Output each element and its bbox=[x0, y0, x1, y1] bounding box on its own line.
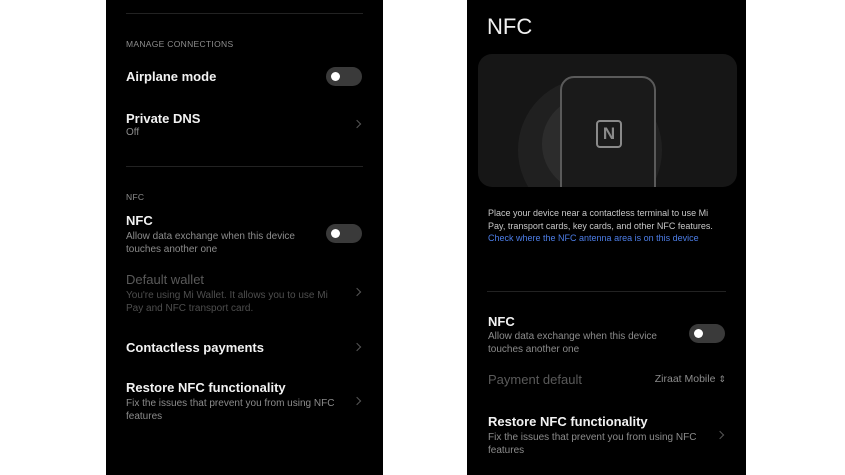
airplane-mode-title: Airplane mode bbox=[126, 69, 217, 84]
private-dns-row[interactable]: Private DNS Off bbox=[106, 104, 383, 148]
restore-nfc-title: Restore NFC functionality bbox=[488, 414, 648, 429]
toggle-knob bbox=[331, 72, 340, 81]
airplane-mode-toggle[interactable] bbox=[326, 67, 362, 86]
toggle-knob bbox=[694, 329, 703, 338]
private-dns-value: Off bbox=[126, 127, 140, 138]
chevron-right-icon bbox=[352, 287, 362, 297]
restore-nfc-title: Restore NFC functionality bbox=[126, 380, 286, 395]
payment-default-value-select[interactable]: Ziraat Mobile ⇕ bbox=[655, 373, 726, 385]
nfc-row[interactable]: NFC Allow data exchange when this device… bbox=[467, 308, 746, 360]
nfc-illustration: N bbox=[478, 54, 737, 187]
restore-nfc-subtitle: Fix the issues that prevent you from usi… bbox=[488, 432, 697, 456]
divider bbox=[487, 291, 726, 292]
default-wallet-title: Default wallet bbox=[126, 272, 205, 287]
nfc-toggle[interactable] bbox=[689, 324, 725, 343]
up-down-chevron-icon: ⇕ bbox=[718, 374, 726, 384]
nfc-icon: N bbox=[596, 120, 622, 148]
private-dns-title: Private DNS bbox=[126, 111, 201, 126]
restore-nfc-row[interactable]: Restore NFC functionality Fix the issues… bbox=[106, 374, 383, 426]
divider bbox=[126, 13, 363, 14]
contactless-payments-row[interactable]: Contactless payments bbox=[106, 330, 383, 364]
nfc-subtitle: Allow data exchange when this device tou… bbox=[488, 331, 657, 355]
nfc-subtitle: Allow data exchange when this device tou… bbox=[126, 231, 295, 255]
nfc-title: NFC bbox=[488, 314, 515, 329]
phone-device-illustration: N bbox=[560, 76, 656, 187]
nfc-description: Place your device near a contactless ter… bbox=[488, 207, 726, 245]
payment-default-title: Payment default bbox=[488, 372, 582, 387]
divider bbox=[126, 166, 363, 167]
nfc-toggle[interactable] bbox=[326, 224, 362, 243]
contactless-payments-title: Contactless payments bbox=[126, 340, 264, 355]
chevron-right-icon bbox=[352, 119, 362, 129]
default-wallet-subtitle: You're using Mi Wallet. It allows you to… bbox=[126, 290, 328, 314]
chevron-right-icon bbox=[352, 396, 362, 406]
section-header-manage-connections: MANAGE CONNECTIONS bbox=[126, 39, 234, 49]
default-wallet-row[interactable]: Default wallet You're using Mi Wallet. I… bbox=[106, 266, 383, 318]
restore-nfc-row[interactable]: Restore NFC functionality Fix the issues… bbox=[467, 408, 746, 460]
antenna-area-link[interactable]: Check where the NFC antenna area is on t… bbox=[488, 233, 699, 243]
airplane-mode-row[interactable]: Airplane mode bbox=[106, 60, 383, 94]
section-header-nfc: NFC bbox=[126, 192, 145, 202]
nfc-description-text: Place your device near a contactless ter… bbox=[488, 208, 713, 231]
connection-settings-screen: MANAGE CONNECTIONS Airplane mode Private… bbox=[106, 0, 383, 475]
nfc-title: NFC bbox=[126, 213, 153, 228]
chevron-right-icon bbox=[352, 342, 362, 352]
nfc-row[interactable]: NFC Allow data exchange when this device… bbox=[106, 206, 383, 258]
nfc-settings-screen: NFC N Place your device near a contactle… bbox=[467, 0, 746, 475]
page-title: NFC bbox=[487, 14, 533, 39]
chevron-right-icon bbox=[715, 430, 725, 440]
toggle-knob bbox=[331, 229, 340, 238]
restore-nfc-subtitle: Fix the issues that prevent you from usi… bbox=[126, 398, 335, 422]
payment-default-value: Ziraat Mobile bbox=[654, 373, 716, 385]
